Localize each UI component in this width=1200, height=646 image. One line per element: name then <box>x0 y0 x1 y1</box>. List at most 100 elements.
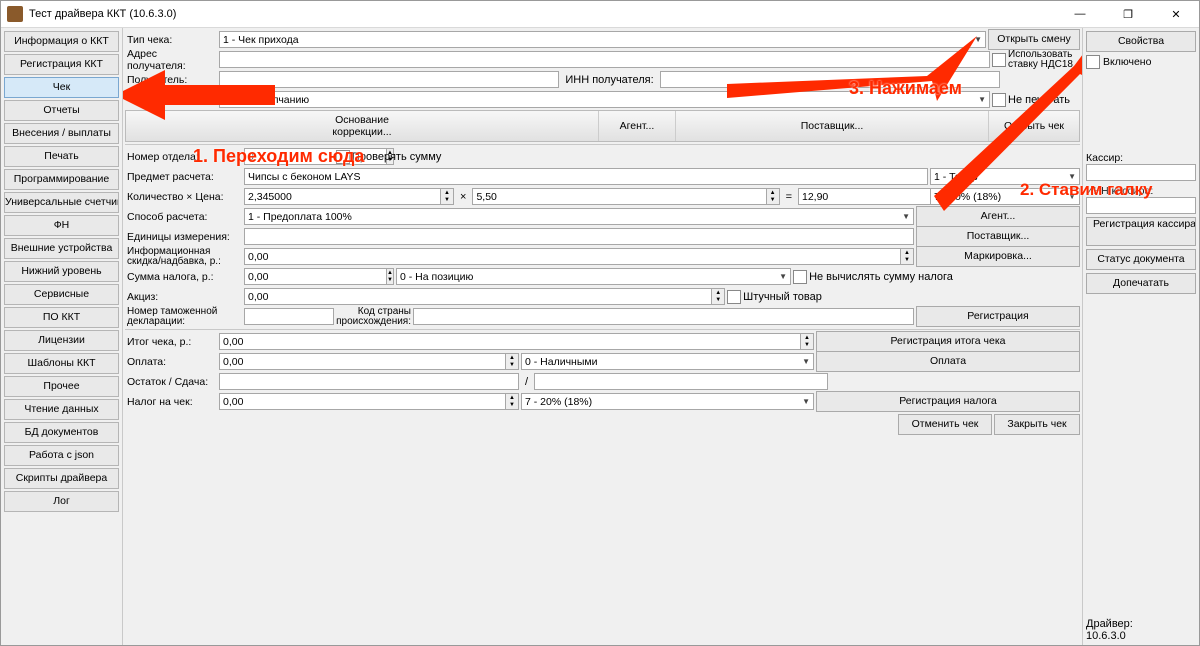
nav-item-14[interactable]: Шаблоны ККТ <box>4 353 119 374</box>
combo-sposob[interactable]: 1 - Предоплата 100%▼ <box>244 208 914 225</box>
btn-zakryt[interactable]: Закрыть чек <box>994 414 1080 435</box>
nav-item-13[interactable]: Лицензии <box>4 330 119 351</box>
input-ostatok[interactable] <box>219 373 519 390</box>
label-tamozh: Номер таможенной декларации: <box>125 307 242 327</box>
input-kol[interactable] <box>244 188 441 205</box>
input-skidka[interactable] <box>244 248 901 265</box>
btn-reg-itoga[interactable]: Регистрация итога чека <box>816 331 1080 352</box>
nav-item-10[interactable]: Нижний уровень <box>4 261 119 282</box>
nav-item-11[interactable]: Сервисные <box>4 284 119 305</box>
btn-postavshik[interactable]: Поставщик... <box>916 226 1080 247</box>
combo-default[interactable]: 0 - По умолчанию▼ <box>219 91 990 108</box>
label-skidka: Информационная скидка/надбавка, р.: <box>125 247 242 267</box>
btn-agent-top[interactable]: Агент... <box>599 111 676 141</box>
label-poluchatel: Получатель: <box>125 74 217 86</box>
input-tamozh[interactable] <box>244 308 334 325</box>
maximize-button[interactable]: ❐ <box>1111 8 1145 21</box>
nav-item-12[interactable]: ПО ККТ <box>4 307 119 328</box>
btn-svoistva[interactable]: Свойства <box>1086 31 1196 52</box>
nav-item-3[interactable]: Отчеты <box>4 100 119 121</box>
input-sum-nalog[interactable] <box>244 268 387 285</box>
label-nalog-chek: Налог на чек: <box>125 396 217 408</box>
input-cena[interactable] <box>472 188 766 205</box>
input-inn-poluch[interactable] <box>660 71 1000 88</box>
label-ispolzovat: Использовать ставку НДС18 <box>1008 50 1080 70</box>
nav-item-7[interactable]: Универсальные счетчики <box>4 192 119 213</box>
nav-item-17[interactable]: БД документов <box>4 422 119 443</box>
btn-dopechat[interactable]: Допечатать <box>1086 273 1196 294</box>
label-oplata: Оплата: <box>125 356 217 368</box>
close-button[interactable]: ✕ <box>1159 8 1193 21</box>
body: Информация о ККТРегистрация ККТЧекОтчеты… <box>1 28 1199 645</box>
titlebar: Тест драйвера ККТ (10.6.3.0) — ❐ ✕ <box>1 1 1199 28</box>
input-edinicy[interactable] <box>244 228 914 245</box>
nav-item-19[interactable]: Скрипты драйвера <box>4 468 119 489</box>
nav-item-6[interactable]: Программирование <box>4 169 119 190</box>
input-adres[interactable] <box>219 51 990 68</box>
label-kod-strany: Код страны происхождения: <box>336 307 411 327</box>
label-ne-pechatat: Не печатать <box>1008 94 1080 106</box>
combo-tovar[interactable]: 1 - Товар▼ <box>930 168 1080 185</box>
btn-open-check[interactable]: Открыть чек <box>989 111 1079 141</box>
input-poluchatel[interactable] <box>219 71 559 88</box>
input-kassir[interactable] <box>1086 164 1196 181</box>
input-summa[interactable] <box>798 188 941 205</box>
input-inn-kassira[interactable] <box>1086 197 1196 214</box>
nav-item-9[interactable]: Внешние устройства <box>4 238 119 259</box>
combo-na-poziciyu[interactable]: 0 - На позицию▼ <box>396 268 791 285</box>
input-oplata[interactable] <box>219 353 506 370</box>
nav-item-18[interactable]: Работа с json <box>4 445 119 466</box>
btn-markirovka[interactable]: Маркировка... <box>916 246 1080 267</box>
btn-agent[interactable]: Агент... <box>916 206 1080 227</box>
nav-item-20[interactable]: Лог <box>4 491 119 512</box>
checkbox-proveryat[interactable] <box>336 150 350 164</box>
nav-item-15[interactable]: Прочее <box>4 376 119 397</box>
label-predmet: Предмет расчета: <box>125 171 242 183</box>
input-itog[interactable] <box>219 333 801 350</box>
input-nalog-chek[interactable] <box>219 393 506 410</box>
nav-item-1[interactable]: Регистрация ККТ <box>4 54 119 75</box>
checkbox-ispolzovat-nds18[interactable] <box>992 53 1006 67</box>
btn-status-doc[interactable]: Статус документа <box>1086 249 1196 270</box>
checkbox-vklyucheno[interactable] <box>1086 55 1100 69</box>
nav-item-5[interactable]: Печать <box>4 146 119 167</box>
action-strip-top: Основаниекоррекции... Агент... Поставщик… <box>125 110 1080 142</box>
label-nomer-otdela: Номер отдела: <box>125 151 242 163</box>
checkbox-ne-pechatat[interactable] <box>992 93 1006 107</box>
combo-nalog-chek-rate[interactable]: 7 - 20% (18%)▼ <box>521 393 814 410</box>
btn-otmenit[interactable]: Отменить чек <box>898 414 992 435</box>
label-driver-ver: 10.6.3.0 <box>1086 630 1196 642</box>
input-predmet[interactable] <box>244 168 928 185</box>
minimize-button[interactable]: — <box>1063 8 1097 21</box>
btn-osnovanie[interactable]: Основаниекоррекции... <box>126 111 599 141</box>
label-driver: Драйвер: <box>1086 618 1196 630</box>
label-proveryat: Проверять сумму <box>352 151 441 163</box>
input-kod-strany[interactable] <box>413 308 914 325</box>
btn-reg-kassira[interactable]: Регистрация кассира <box>1086 217 1196 246</box>
btn-oplata[interactable]: Оплата <box>816 351 1080 372</box>
nav-item-8[interactable]: ФН <box>4 215 119 236</box>
btn-reg-naloga[interactable]: Регистрация налога <box>816 391 1080 412</box>
combo-tip-cheka[interactable]: 1 - Чек прихода▼ <box>219 31 986 48</box>
left-nav: Информация о ККТРегистрация ККТЧекОтчеты… <box>1 28 123 645</box>
right-pane: Свойства Включено 2. Ставим галку Кассир… <box>1082 28 1199 645</box>
label-itog: Итог чека, р.: <box>125 336 217 348</box>
nav-item-16[interactable]: Чтение данных <box>4 399 119 420</box>
btn-postavshik-top[interactable]: Поставщик... <box>676 111 989 141</box>
combo-nalog-rate[interactable]: 7 - 20% (18%)▼ <box>930 188 1080 205</box>
checkbox-shtuchnyj[interactable] <box>727 290 741 304</box>
label-sposob: Способ расчета: <box>125 211 242 223</box>
input-sdacha[interactable] <box>534 373 828 390</box>
combo-oplata-type[interactable]: 0 - Наличными▼ <box>521 353 814 370</box>
open-shift-button[interactable]: Открыть смену <box>988 29 1080 50</box>
nav-item-0[interactable]: Информация о ККТ <box>4 31 119 52</box>
main-form: 1. Переходим сюда 3. Нажимаем Тип чека: … <box>123 28 1082 645</box>
app-icon <box>7 6 23 22</box>
label-inn-kassira: ИНН кассира: <box>1086 185 1196 197</box>
btn-registraciya[interactable]: Регистрация <box>916 306 1080 327</box>
nav-item-2[interactable]: Чек <box>4 77 119 98</box>
window-title: Тест драйвера ККТ (10.6.3.0) <box>29 8 1063 20</box>
checkbox-ne-vychislyat[interactable] <box>793 270 807 284</box>
nav-item-4[interactable]: Внесения / выплаты <box>4 123 119 144</box>
input-akciz[interactable] <box>244 288 712 305</box>
